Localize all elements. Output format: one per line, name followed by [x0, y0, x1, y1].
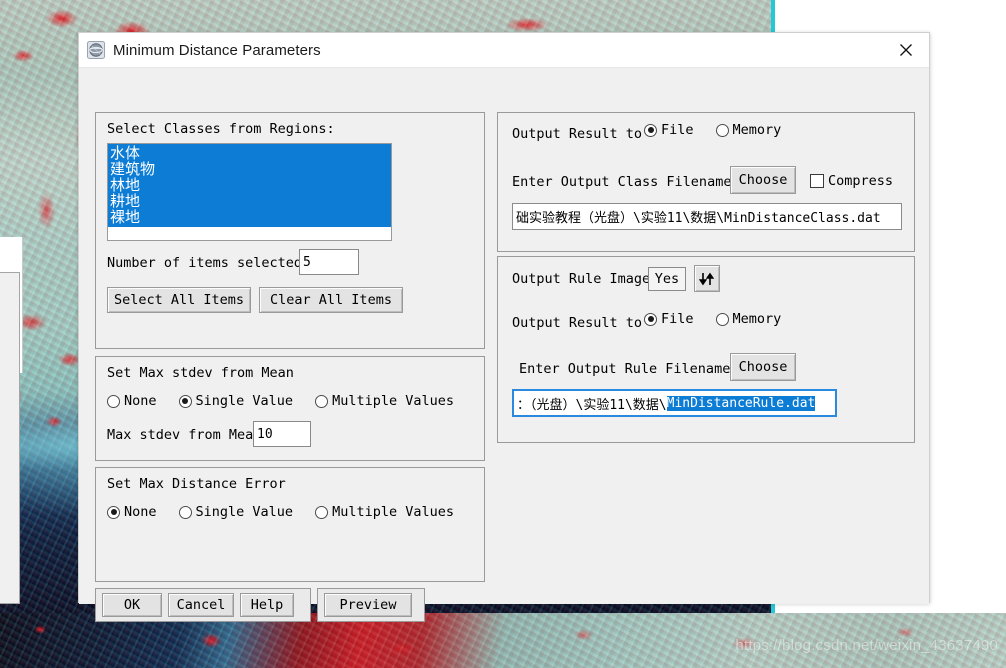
compress-label: Compress [828, 173, 894, 189]
enter-output-rule-filename-label: Enter Output Rule Filename [519, 361, 731, 377]
output-rule-radio-file[interactable]: File [644, 311, 694, 327]
number-of-items-selected-label: Number of items selected: [107, 255, 311, 271]
set-max-stdev-label: Set Max stdev from Mean [107, 365, 294, 381]
distance-error-radio-none[interactable]: None [107, 504, 157, 520]
output-class-radio-file[interactable]: File [644, 122, 694, 138]
max-stdev-from-mean-label: Max stdev from Mean [107, 427, 262, 443]
radio-indicator [315, 505, 329, 519]
stdev-radio-single-value-label: Single Value [195, 393, 294, 409]
distance-error-radio-multiple-values[interactable]: Multiple Values [315, 504, 454, 520]
stdev-radio-none[interactable]: None [107, 393, 157, 409]
output-class-group: Output Result to File Memory Enter Outpu… [497, 112, 915, 252]
output-rule-result-label: Output Result to [512, 315, 643, 331]
distance-error-radio-group: None Single Value Multiple Values [107, 504, 476, 520]
choose-output-rule-filename-button[interactable]: Choose [730, 353, 796, 381]
max-stdev-from-mean-field[interactable]: 10 [253, 421, 311, 447]
output-rule-filename-prefix: ：（光盘）\实验11\数据\ [517, 397, 667, 413]
stdev-radio-multiple-values[interactable]: Multiple Values [315, 393, 454, 409]
stdev-radio-none-label: None [124, 393, 157, 409]
stdev-radio-multiple-values-label: Multiple Values [332, 393, 454, 409]
dialog-preview-button-bar: Preview [317, 588, 425, 622]
stdev-radio-single-value[interactable]: Single Value [178, 393, 294, 409]
dialog-titlebar: Minimum Distance Parameters [79, 33, 929, 68]
output-class-radio-memory[interactable]: Memory [715, 122, 782, 138]
up-down-arrows-icon[interactable] [694, 265, 720, 292]
set-max-stdev-group: Set Max stdev from Mean None Single Valu… [95, 356, 485, 461]
select-all-items-button[interactable]: Select All Items [107, 287, 251, 313]
select-classes-label: Select Classes from Regions: [107, 121, 335, 137]
radio-indicator [178, 505, 192, 519]
output-rule-images-toggle[interactable]: Yes [648, 267, 686, 291]
output-class-filename-field[interactable]: 础实验教程（光盘）\实验11\数据\MinDistanceClass.dat [512, 203, 902, 230]
output-rule-group: Output Rule Images ? Yes Output Result t… [497, 256, 915, 443]
help-button[interactable]: Help [240, 593, 294, 617]
distance-error-radio-single-value-label: Single Value [195, 504, 294, 520]
minimum-distance-parameters-dialog: Minimum Distance Parameters Select Class… [78, 32, 930, 622]
radio-indicator [715, 123, 729, 137]
preview-button[interactable]: Preview [324, 593, 412, 617]
dialog-action-buttons: OK Cancel Help [95, 588, 311, 622]
radio-indicator [107, 505, 120, 519]
class-list[interactable]: 水体 建筑物 林地 耕地 裸地 [107, 143, 392, 241]
list-item[interactable]: 林地 [108, 177, 391, 193]
close-icon[interactable] [883, 33, 929, 67]
choose-output-class-filename-button[interactable]: Choose [730, 166, 796, 194]
output-rule-filename-field[interactable]: ：（光盘）\实验11\数据\ MinDistanceRule.dat [512, 389, 837, 417]
output-class-radio-group: File Memory [644, 122, 803, 138]
radio-indicator [178, 394, 192, 408]
output-rule-radio-file-label: File [661, 311, 694, 327]
distance-error-radio-multiple-values-label: Multiple Values [332, 504, 454, 520]
radio-indicator [107, 394, 120, 408]
dialog-body: Select Classes from Regions: 水体 建筑物 林地 耕… [79, 68, 929, 622]
radio-indicator [644, 312, 657, 326]
radio-indicator [315, 394, 329, 408]
output-rule-filename-selected-text: MinDistanceRule.dat [666, 395, 816, 411]
list-item[interactable]: 建筑物 [108, 161, 391, 177]
envi-globe-icon [87, 41, 105, 59]
output-rule-radio-memory-label: Memory [732, 311, 782, 327]
distance-error-radio-none-label: None [124, 504, 157, 520]
output-class-radio-file-label: File [661, 122, 694, 138]
distance-error-radio-single-value[interactable]: Single Value [178, 504, 294, 520]
output-class-result-label: Output Result to [512, 126, 643, 142]
list-item[interactable]: 裸地 [108, 209, 391, 225]
select-classes-group: Select Classes from Regions: 水体 建筑物 林地 耕… [95, 112, 485, 349]
enter-output-class-filename-label: Enter Output Class Filename [512, 174, 732, 190]
radio-indicator [715, 312, 729, 326]
list-item[interactable]: 水体 [108, 145, 391, 161]
cancel-button[interactable]: Cancel [168, 593, 234, 617]
dialog-title: Minimum Distance Parameters [113, 41, 321, 59]
set-max-distance-error-group: Set Max Distance Error None Single Value… [95, 467, 485, 582]
screen: https://blog.csdn.net/weixin_43637490 Mi… [0, 0, 1006, 668]
clear-all-items-button[interactable]: Clear All Items [259, 287, 403, 313]
number-of-items-selected-field[interactable]: 5 [299, 249, 359, 275]
stdev-radio-group: None Single Value Multiple Values [107, 393, 476, 409]
set-max-distance-error-label: Set Max Distance Error [107, 476, 286, 492]
list-item[interactable]: 耕地 [108, 193, 391, 209]
background-window-frame [0, 272, 20, 604]
watermark-text: https://blog.csdn.net/weixin_43637490 [735, 637, 998, 654]
compress-checkbox[interactable]: Compress [810, 173, 893, 189]
ok-button[interactable]: OK [102, 593, 162, 617]
radio-indicator [644, 123, 657, 137]
output-rule-radio-memory[interactable]: Memory [715, 311, 782, 327]
output-class-radio-memory-label: Memory [732, 122, 782, 138]
output-rule-radio-group: File Memory [644, 311, 803, 327]
checkbox-indicator [810, 174, 824, 188]
